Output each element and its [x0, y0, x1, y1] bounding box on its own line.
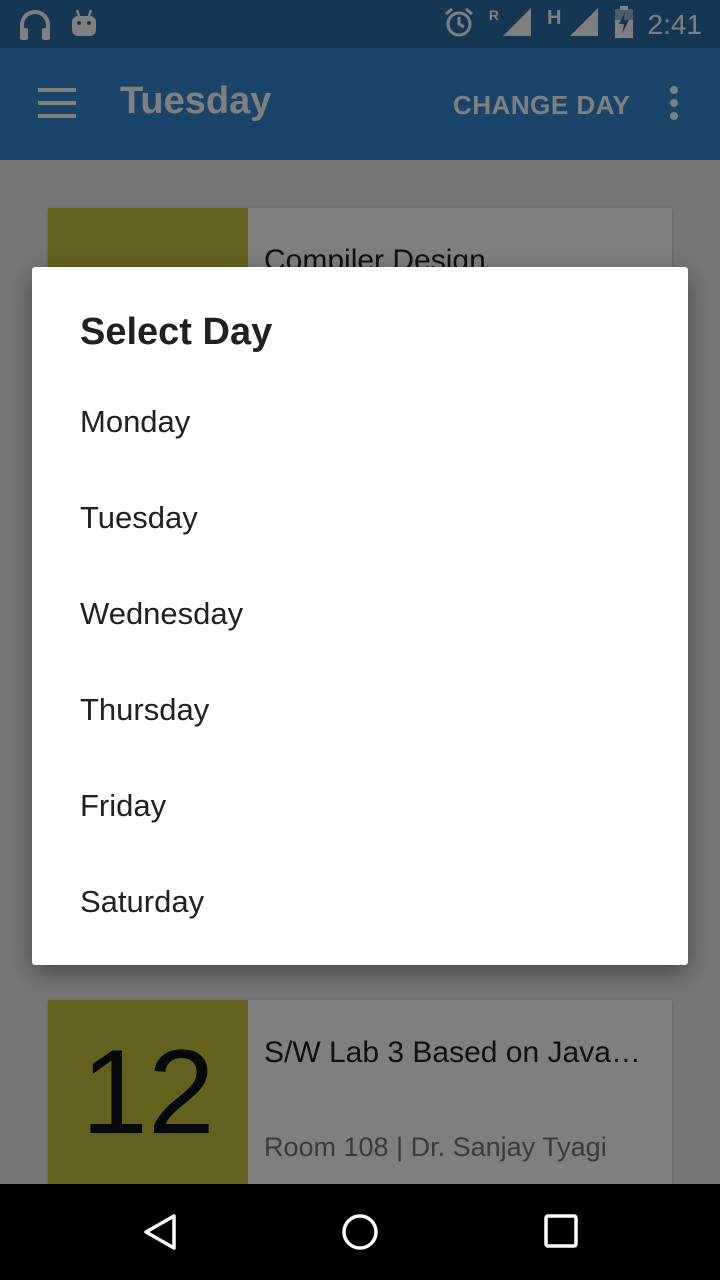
- recents-icon[interactable]: [542, 1212, 582, 1252]
- home-icon[interactable]: [340, 1212, 380, 1252]
- day-option-monday[interactable]: Monday: [32, 374, 688, 470]
- day-option-thursday[interactable]: Thursday: [32, 662, 688, 758]
- day-option-wednesday[interactable]: Wednesday: [32, 566, 688, 662]
- day-option-saturday[interactable]: Saturday: [32, 854, 688, 950]
- back-icon[interactable]: [140, 1212, 180, 1252]
- dialog-title: Select Day: [80, 311, 273, 353]
- day-option-friday[interactable]: Friday: [32, 758, 688, 854]
- day-option-tuesday[interactable]: Tuesday: [32, 470, 688, 566]
- navigation-bar: [0, 1184, 720, 1280]
- select-day-dialog: Select Day Monday Tuesday Wednesday Thur…: [32, 267, 688, 965]
